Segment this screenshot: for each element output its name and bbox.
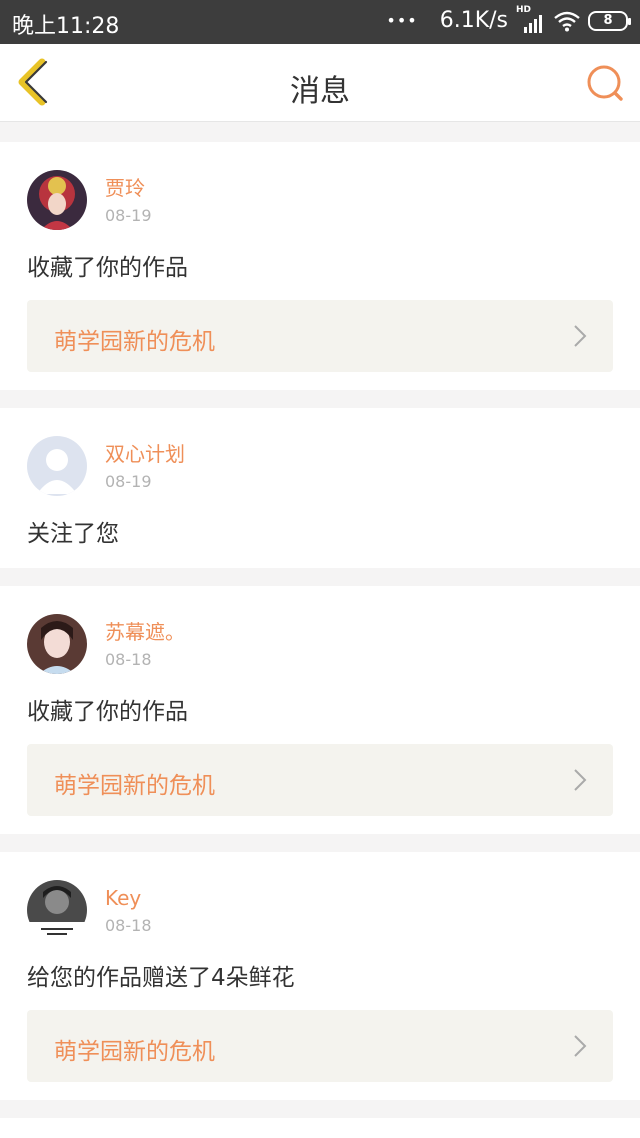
work-title: 萌学园新的危机 xyxy=(54,329,215,355)
message-card: 贾玲 08-19 收藏了你的作品 萌学园新的危机 xyxy=(0,142,640,390)
status-bar: 晚上11:28 ••• 6.1K/s HD 8 xyxy=(0,0,640,44)
avatar[interactable] xyxy=(27,170,87,230)
message-text: 收藏了你的作品 xyxy=(27,699,188,725)
page-title: 消息 xyxy=(290,74,350,109)
username[interactable]: Key xyxy=(105,886,152,910)
avatar[interactable] xyxy=(27,880,87,940)
message-date: 08-18 xyxy=(105,916,152,935)
message-date: 08-19 xyxy=(105,472,152,491)
message-date: 08-18 xyxy=(105,650,152,669)
work-link[interactable]: 萌学园新的危机 xyxy=(27,1010,613,1082)
message-date: 08-19 xyxy=(105,206,152,225)
avatar[interactable] xyxy=(27,614,87,674)
network-speed: 6.1K/s xyxy=(439,8,508,33)
work-link[interactable]: 萌学园新的危机 xyxy=(27,300,613,372)
username[interactable]: 双心计划 xyxy=(105,442,185,466)
username[interactable]: 贾玲 xyxy=(105,176,152,200)
status-time: 晚上11:28 xyxy=(12,14,120,39)
status-indicators: ••• 6.1K/s HD 8 xyxy=(386,5,631,33)
message-card: Key 08-18 给您的作品赠送了4朵鲜花 萌学园新的危机 xyxy=(0,852,640,1100)
battery-icon: 8 xyxy=(588,10,631,31)
message-list: 贾玲 08-19 收藏了你的作品 萌学园新的危机 双心计划 08-19 关注了您… xyxy=(0,142,640,1138)
work-link[interactable]: 萌学园新的危机 xyxy=(27,744,613,816)
message-card xyxy=(0,1118,640,1138)
message-text: 关注了您 xyxy=(27,521,119,547)
avatar[interactable] xyxy=(27,436,87,496)
signal-icon: HD xyxy=(516,5,546,33)
message-card: 苏幕遮。 08-18 收藏了你的作品 萌学园新的危机 xyxy=(0,586,640,834)
search-icon[interactable] xyxy=(584,62,626,104)
username[interactable]: 苏幕遮。 xyxy=(105,620,185,644)
chevron-right-icon xyxy=(574,1035,587,1057)
message-card: 双心计划 08-19 关注了您 xyxy=(0,408,640,568)
message-text: 给您的作品赠送了4朵鲜花 xyxy=(27,965,295,991)
chevron-right-icon xyxy=(574,769,587,791)
chevron-right-icon xyxy=(574,325,587,347)
message-text: 收藏了你的作品 xyxy=(27,255,188,281)
wifi-icon xyxy=(554,11,580,31)
nav-bar: 消息 xyxy=(0,44,640,122)
status-dots: ••• xyxy=(386,11,418,30)
work-title: 萌学园新的危机 xyxy=(54,1039,215,1065)
hd-label: HD xyxy=(516,4,532,15)
work-title: 萌学园新的危机 xyxy=(54,773,215,799)
